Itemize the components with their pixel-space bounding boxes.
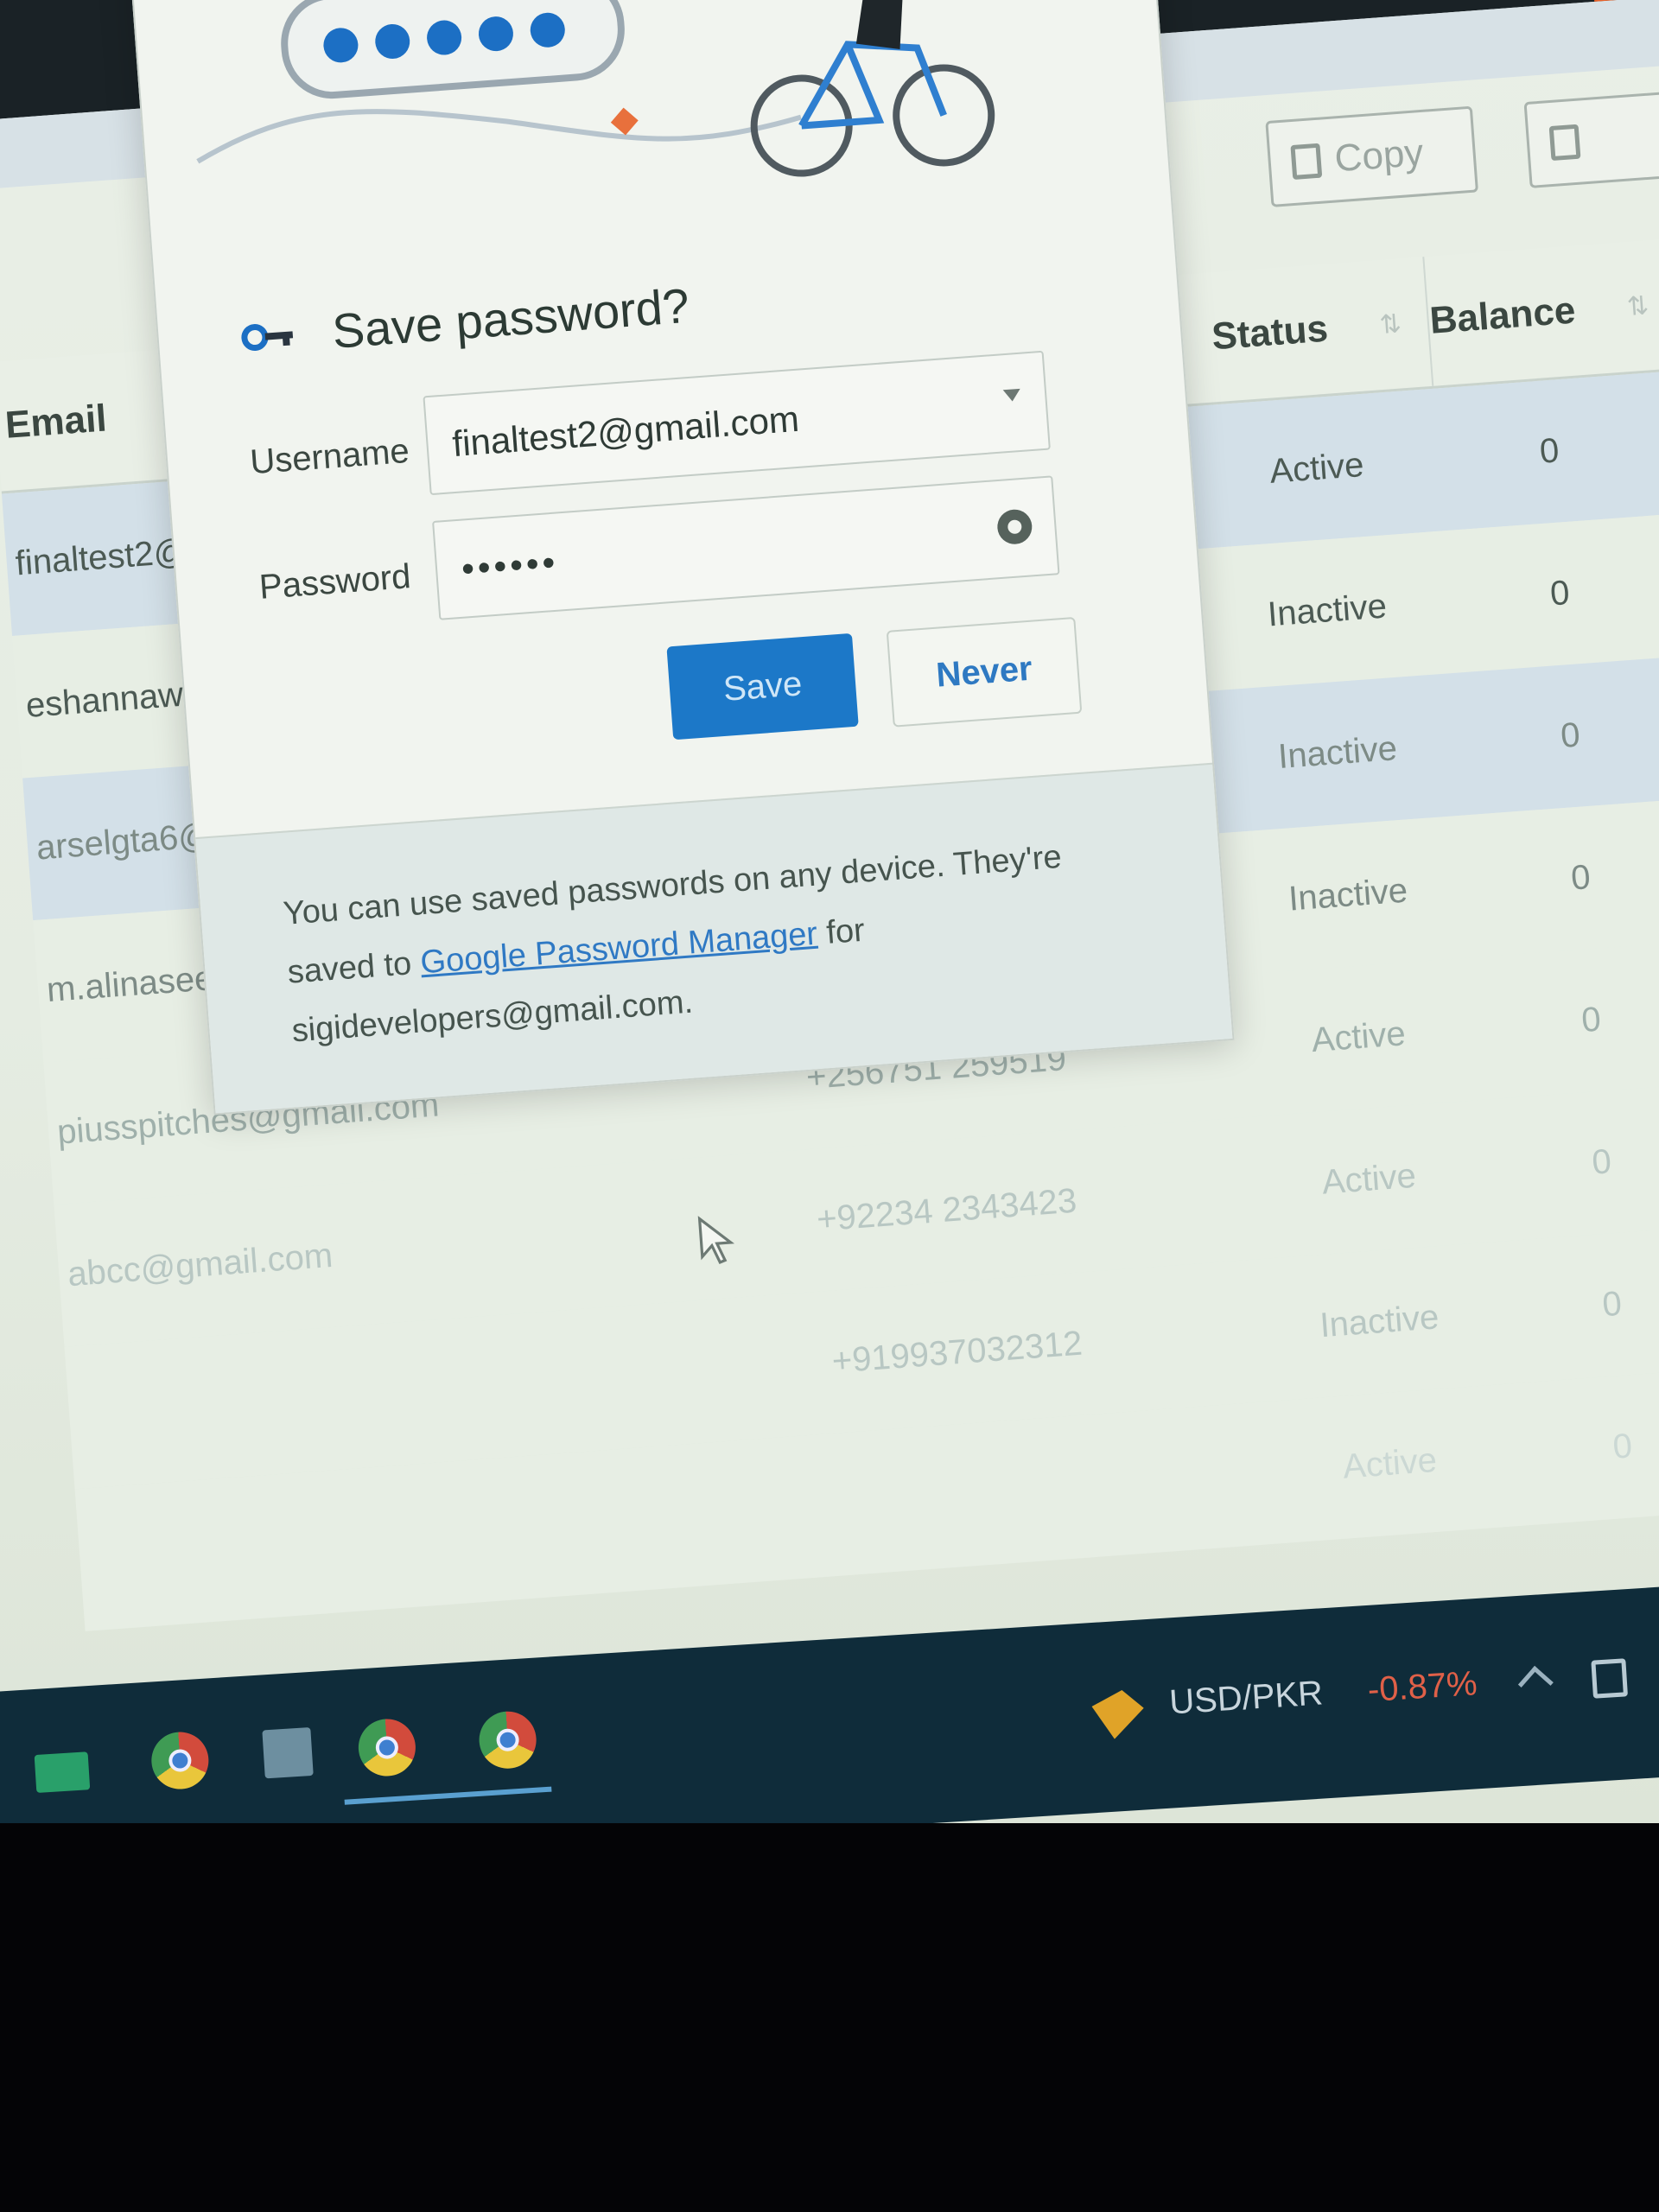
column-header-balance[interactable]: Balance ⇅ [1422,240,1656,386]
column-header-status[interactable]: Status ⇅ [1181,257,1432,404]
print-button[interactable] [1523,89,1659,188]
phone-cell: +919937032312 [830,1324,1084,1381]
balance-cell: 0 [1548,573,1571,613]
status-header-label: Status [1210,307,1330,359]
status-cell: Active [1341,1440,1439,1486]
balance-cell: 0 [1538,431,1560,471]
sort-icon[interactable]: ⇅ [1378,308,1402,340]
phone-cell: +92234 2343423 [815,1181,1078,1239]
print-icon [1548,124,1581,162]
never-button[interactable]: Never [886,616,1083,728]
username-value: finaltest2@gmail.com [450,397,801,464]
save-password-dialog: Save password? Username finaltest2@gmail… [130,0,1235,1116]
username-field[interactable]: finaltest2@gmail.com [423,350,1051,496]
status-cell: Inactive [1276,729,1399,777]
currency-ticker-icon[interactable] [1090,1688,1145,1740]
chrome-icon[interactable] [356,1717,417,1778]
monitor-screen: A Copy Email Status ⇅ [0,0,1659,1823]
footer-text-start: You can use saved passwords on any devic… [282,838,1063,991]
dialog-title: Save password? [330,277,691,359]
balance-cell: 0 [1580,1000,1603,1040]
key-icon [241,323,294,351]
password-illustration [196,0,995,177]
mouse-cursor-icon [697,1216,735,1265]
password-manager-link[interactable]: Google Password Manager [419,916,818,982]
chrome-icon[interactable] [149,1730,211,1791]
password-value: •••••• [460,541,560,589]
password-field[interactable]: •••••• [432,475,1060,620]
footer-text: You can use saved passwords on any devic… [281,824,1121,1061]
status-cell: Active [1268,445,1365,491]
save-label: Save [721,664,804,709]
sort-icon[interactable]: ⇅ [1626,290,1650,322]
balance-cell: 0 [1559,715,1582,756]
status-cell: Active [1310,1014,1408,1060]
balance-cell: 0 [1600,1284,1624,1325]
monitor-bezel [0,1823,1659,2212]
network-icon[interactable] [1591,1658,1628,1699]
save-button[interactable]: Save [666,632,859,741]
status-cell: Inactive [1319,1298,1440,1345]
chevron-down-icon[interactable] [1002,388,1021,403]
file-explorer-icon[interactable] [262,1727,314,1779]
copy-icon [1290,143,1323,181]
copy-label: Copy [1332,130,1425,181]
status-cell: Inactive [1287,871,1409,918]
currency-pair[interactable]: USD/PKR [1168,1674,1324,1722]
phone-cell [781,1411,1154,1580]
photo-frame: A Copy Email Status ⇅ [0,0,1659,2212]
balance-cell: 0 [1590,1142,1613,1182]
chevron-up-icon[interactable] [1517,1665,1554,1701]
chrome-icon[interactable] [477,1709,538,1770]
username-label: Username [248,431,411,482]
currency-change: -0.87% [1366,1664,1478,1710]
status-cell: Inactive [1266,587,1389,634]
eye-icon[interactable] [995,508,1033,546]
copy-button[interactable]: Copy [1265,105,1478,207]
email-header-label: Email [3,397,109,447]
window-icon[interactable] [34,1751,91,1794]
balance-cell: 0 [1569,858,1592,898]
password-label: Password [257,557,412,607]
active-app-indicator [344,1786,552,1805]
dialog-header: Save password? [239,277,691,366]
balance-cell: 0 [1611,1427,1634,1466]
never-label: Never [934,649,1034,695]
status-cell: Active [1320,1156,1418,1202]
balance-header-label: Balance [1428,289,1577,342]
